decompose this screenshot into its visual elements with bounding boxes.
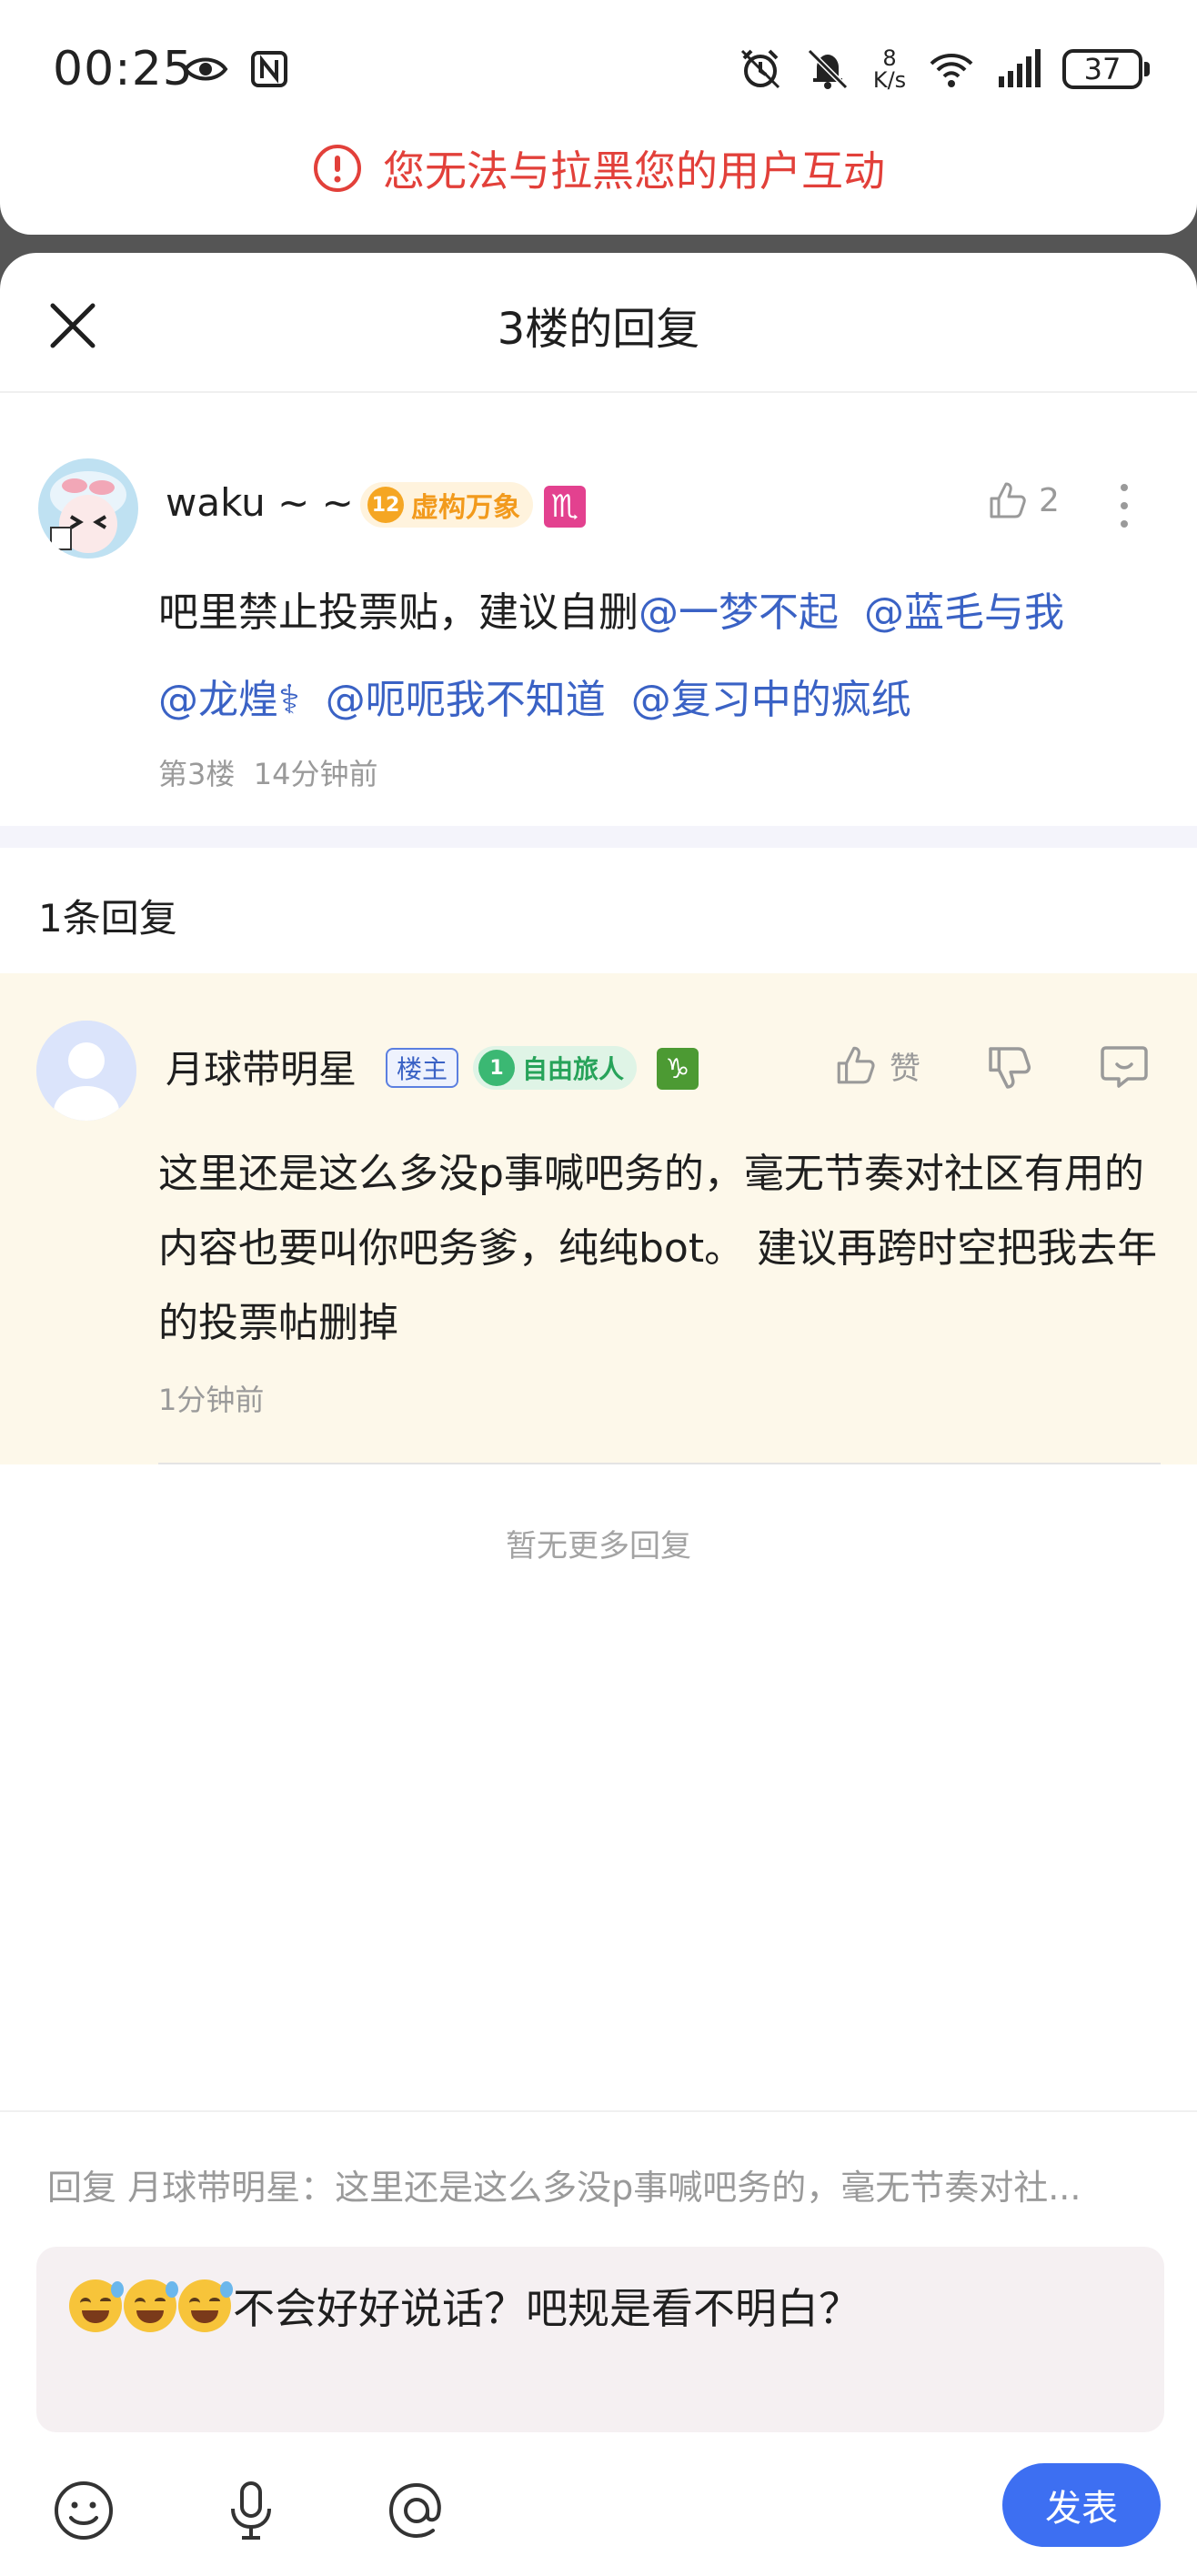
status-left-icons — [182, 45, 293, 93]
status-time: 00:25 — [53, 42, 194, 96]
status-bar: 00:25 8 K/s 37 — [0, 33, 1197, 115]
blocked-warning: 您无法与拉黑您的用户互动 — [0, 136, 1197, 200]
zodiac-badge: ♏ — [544, 486, 586, 528]
net-speed-unit: K/s — [872, 67, 907, 93]
avatar[interactable] — [38, 458, 138, 558]
nfc-icon — [251, 51, 287, 87]
reply-time: 1分钟前 — [158, 1383, 265, 1417]
post-meta: 第3楼 14分钟前 — [158, 751, 377, 793]
net-speed-value: 8 — [882, 45, 897, 71]
sweat-smile-emoji-icon — [124, 2279, 178, 2332]
more-icon[interactable] — [1106, 478, 1142, 533]
comment-icon[interactable] — [1097, 1039, 1152, 1093]
reply-like-label: 赞 — [890, 1050, 920, 1087]
level-badge: 1 自由旅人 — [473, 1046, 638, 1090]
sheet-header: 3楼的回复 — [0, 253, 1197, 393]
reply-username[interactable]: 月球带明星 — [166, 1039, 357, 1094]
reply-target: 回复 月球带明星：这里还是这么多没p事喊吧务的，毫无节奏对社... — [47, 2168, 1081, 2208]
reply-composer: 回复 月球带明星：这里还是这么多没p事喊吧务的，毫无节奏对社... 不会好好说话… — [0, 2110, 1197, 2576]
reply-input-content[interactable]: 不会好好说话？吧规是看不明白？ — [69, 2276, 860, 2336]
sweat-smile-emoji-icon — [178, 2279, 233, 2332]
mention-link[interactable]: @龙煌⚕ — [158, 677, 300, 723]
microphone-icon[interactable] — [216, 2476, 286, 2545]
post-time: 14分钟前 — [253, 757, 378, 791]
avatar-image — [38, 458, 138, 558]
post-like-count: 2 — [1039, 481, 1060, 519]
no-more-replies: 暂无更多回复 — [506, 1528, 691, 1565]
reply-like-button[interactable]: 赞 — [833, 1042, 920, 1088]
avatar[interactable] — [36, 1021, 136, 1121]
eye-icon — [183, 57, 228, 81]
mention-link[interactable]: @呃呃我不知道 — [326, 677, 606, 723]
mention-link[interactable]: @一梦不起 — [639, 589, 839, 636]
emoji-icon[interactable] — [49, 2476, 118, 2545]
post-username[interactable]: waku ~ ~ — [166, 480, 354, 525]
reply-item: 月球带明星 楼主 1 自由旅人 ♑ 赞 这里还是这么多没p事喊吧务的，毫无节奏对… — [0, 973, 1197, 1464]
sweat-smile-emoji-icon — [69, 2279, 124, 2332]
post-floor: 第3楼 — [158, 757, 236, 791]
level-title: 自由旅人 — [522, 1054, 625, 1084]
level-number: 12 — [367, 487, 404, 523]
post-content: 吧里禁止投票贴，建议自删@一梦不起 @蓝毛与我 @龙煌⚕ @呃呃我不知道 @复习… — [158, 569, 1177, 744]
status-right-icons: 8 K/s 37 — [737, 45, 1150, 93]
send-button[interactable]: 发表 — [1002, 2463, 1161, 2547]
input-text: 不会好好说话？吧规是看不明白？ — [233, 2284, 860, 2333]
at-mention-icon[interactable] — [382, 2476, 451, 2545]
thumbs-up-icon — [837, 1046, 875, 1084]
warning-text: 您无法与拉黑您的用户互动 — [383, 146, 885, 196]
post-text: 吧里禁止投票贴，建议自删 — [158, 589, 639, 636]
post-like-button[interactable]: 2 — [986, 478, 1060, 522]
watermark: 吧白禁区吧 — [1015, 2560, 1152, 2576]
level-number: 1 — [478, 1050, 515, 1086]
signal-icon — [999, 49, 1041, 87]
reply-count: 1条回复 — [38, 896, 177, 941]
level-badge: 12 虚构万象 — [360, 482, 533, 528]
alert-circle-icon — [314, 145, 361, 192]
notification-sheet: 00:25 8 K/s 37 您无法与拉黑您的用户互动 — [0, 0, 1197, 235]
zodiac-badge: ♑ — [657, 1048, 699, 1090]
thumbs-up-icon — [990, 482, 1026, 518]
page-title: 3楼的回复 — [497, 304, 700, 355]
mute-icon — [807, 48, 849, 90]
section-divider — [0, 826, 1197, 848]
owner-badge: 楼主 — [386, 1048, 459, 1088]
reply-content: 这里还是这么多没p事喊吧务的，毫无节奏对社区有用的内容也要叫你吧务爹，纯纯bot… — [158, 1151, 1158, 1346]
mention-link[interactable]: @复习中的疯纸 — [631, 677, 911, 723]
net-speed: 8 K/s — [871, 47, 908, 91]
alarm-icon — [740, 49, 780, 89]
divider — [158, 1463, 1161, 1464]
level-title: 虚构万象 — [411, 492, 520, 524]
wifi-icon — [930, 54, 973, 87]
default-avatar-icon — [36, 1021, 136, 1121]
thumbs-down-icon[interactable] — [984, 1042, 1035, 1093]
mention-link[interactable]: @蓝毛与我 — [864, 589, 1064, 636]
battery-icon: 37 — [1062, 49, 1150, 89]
reply-input[interactable]: 不会好好说话？吧规是看不明白？ — [36, 2247, 1164, 2432]
